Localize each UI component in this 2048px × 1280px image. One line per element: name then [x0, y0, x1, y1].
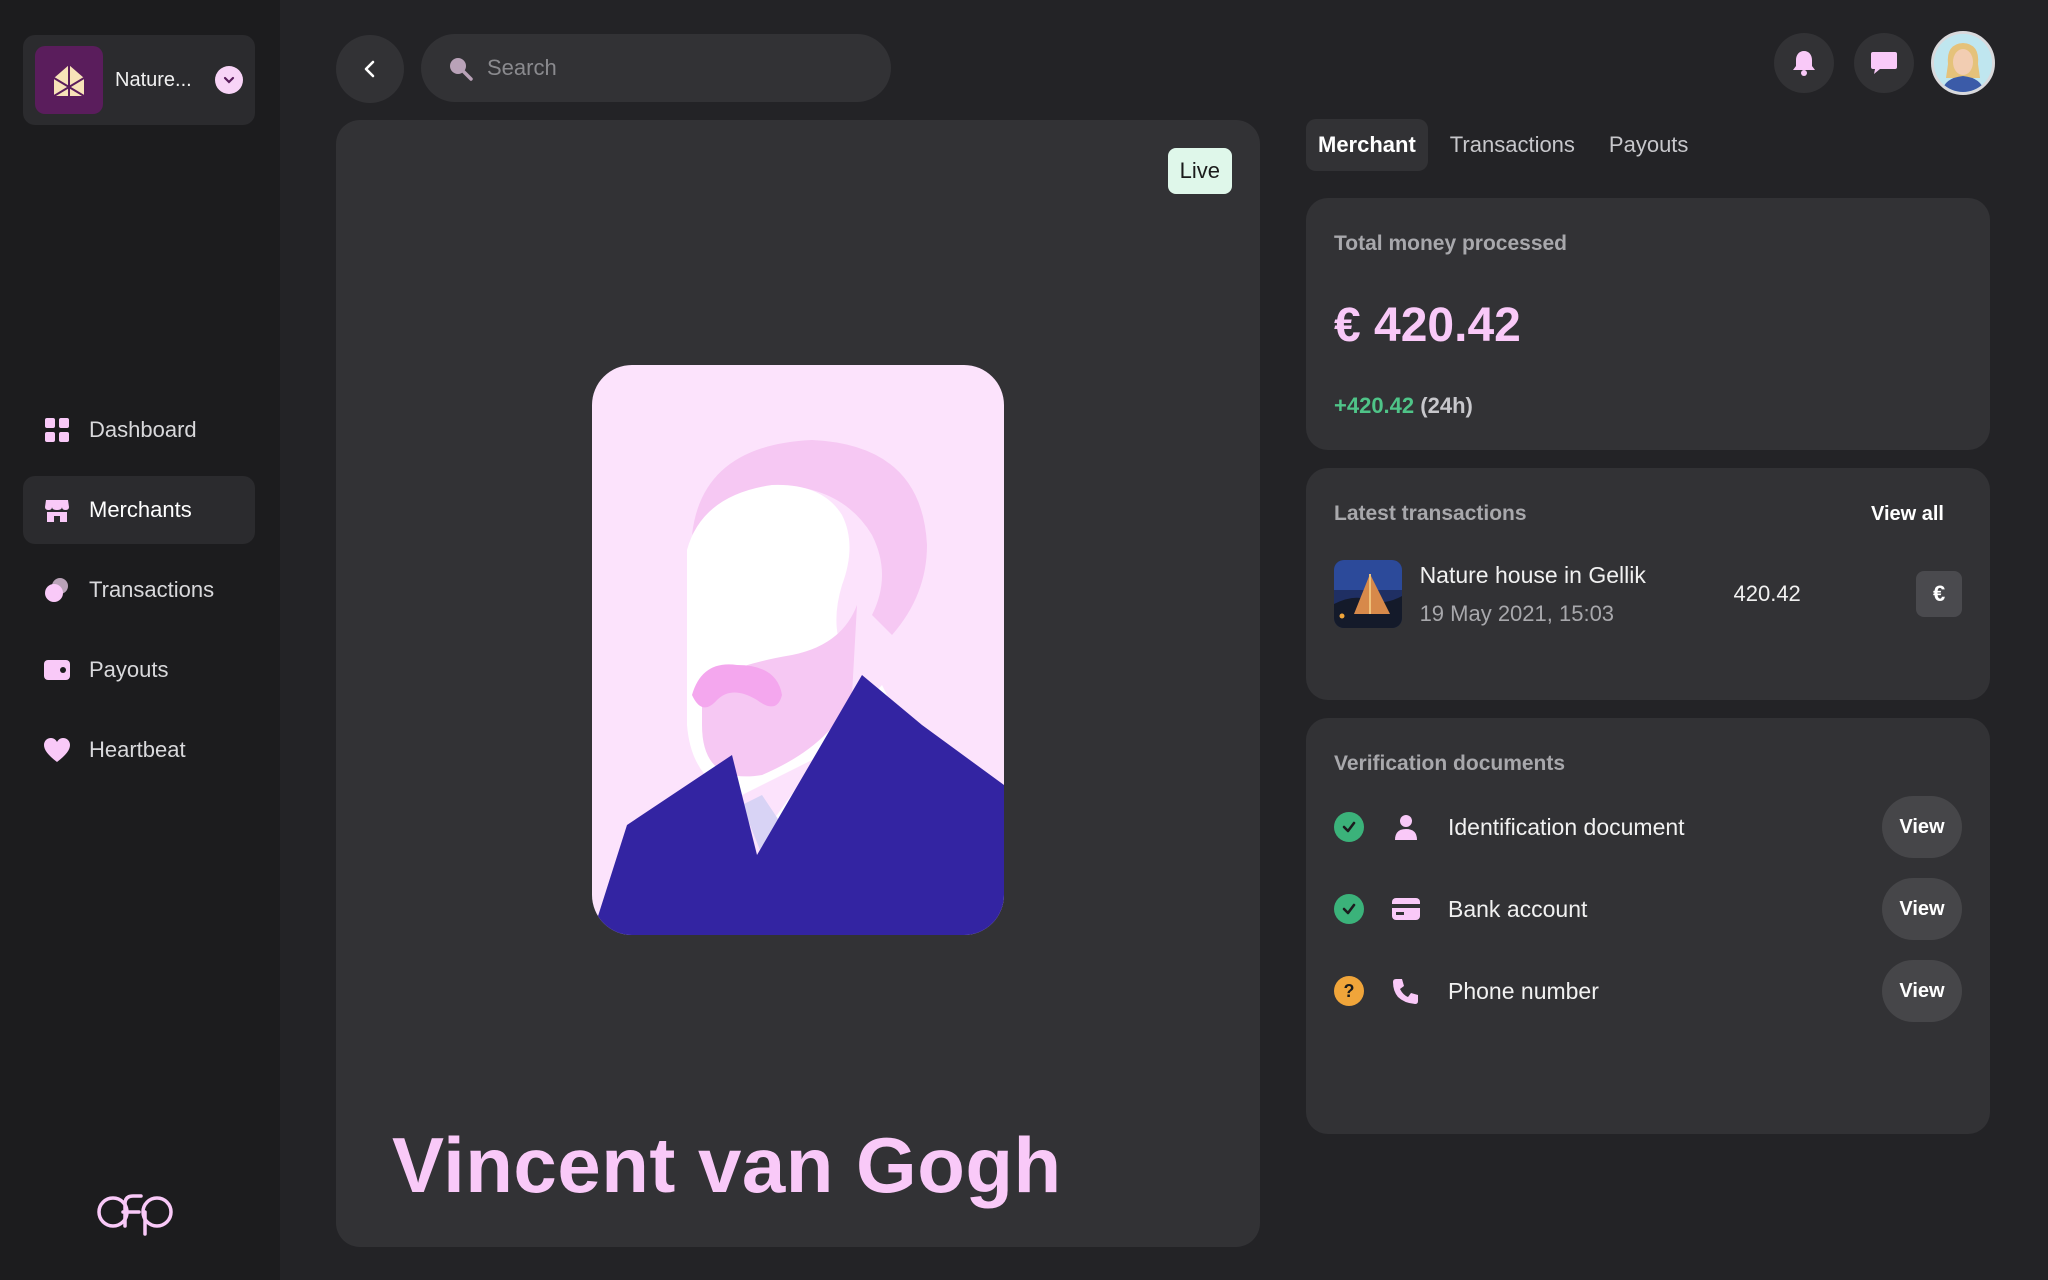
- merchant-card: Live Vincent van Gogh: [336, 120, 1260, 1247]
- store-icon: [43, 496, 71, 524]
- merchant-name: Vincent van Gogh: [392, 1121, 1062, 1209]
- chat-icon: [1871, 52, 1897, 74]
- currency-button[interactable]: €: [1916, 571, 1962, 617]
- sidebar: Nature... Dashboard Merchants Transactio…: [0, 0, 280, 1280]
- sidebar-item-payouts[interactable]: Payouts: [23, 636, 255, 704]
- workspace-name: Nature...: [115, 68, 192, 91]
- transaction-amount: 420.42: [1733, 581, 1801, 606]
- sidebar-item-label: Merchants: [89, 497, 192, 522]
- tab-merchant[interactable]: Merchant: [1306, 119, 1428, 171]
- merchant-tabs: Merchant Transactions Payouts: [1306, 119, 1700, 171]
- wallet-icon: [43, 656, 71, 684]
- total-processed-panel: Total money processed € 420.42 +420.42 (…: [1306, 198, 1990, 450]
- sidebar-item-dashboard[interactable]: Dashboard: [23, 396, 255, 464]
- search-input[interactable]: [487, 55, 867, 81]
- panel-title: Total money processed: [1334, 232, 1568, 255]
- bell-icon: [1793, 51, 1815, 76]
- view-bank-account-button[interactable]: View: [1882, 878, 1962, 940]
- transaction-name: Nature house in Gellik: [1419, 561, 1646, 588]
- change-period: (24h): [1420, 393, 1473, 418]
- notifications-button[interactable]: [1774, 33, 1834, 93]
- sidebar-item-label: Heartbeat: [89, 737, 186, 762]
- coins-icon: [43, 576, 71, 604]
- chevron-left-icon: [364, 60, 375, 78]
- latest-transactions-panel: Latest transactions View all Nature hous…: [1306, 468, 1990, 700]
- brand-logo-icon: [95, 1188, 183, 1243]
- search-bar[interactable]: [421, 34, 891, 102]
- view-identification-button[interactable]: View: [1882, 796, 1962, 858]
- back-button[interactable]: [336, 35, 404, 103]
- change-value: +420.42: [1334, 393, 1415, 418]
- tab-transactions[interactable]: Transactions: [1438, 119, 1587, 171]
- sidebar-item-label: Payouts: [89, 657, 169, 682]
- user-avatar[interactable]: [1931, 31, 1995, 95]
- amount-change: +420.42 (24h): [1334, 393, 1962, 419]
- document-row-phone-number: ? Phone number View: [1334, 960, 1962, 1022]
- chevron-down-icon[interactable]: [215, 66, 243, 94]
- transaction-date: 19 May 2021, 15:03: [1419, 600, 1615, 626]
- sidebar-item-merchants[interactable]: Merchants: [23, 476, 255, 544]
- phone-icon: [1390, 977, 1422, 1005]
- grid-icon: [43, 416, 71, 444]
- question-mark-icon: ?: [1334, 976, 1364, 1006]
- sidebar-item-transactions[interactable]: Transactions: [23, 556, 255, 624]
- sidebar-nav: Dashboard Merchants Transactions Payouts…: [23, 396, 255, 796]
- document-row-bank-account: Bank account View: [1334, 878, 1962, 940]
- heart-icon: [43, 736, 71, 764]
- document-label: Bank account: [1448, 895, 1588, 922]
- view-phone-number-button[interactable]: View: [1882, 960, 1962, 1022]
- panel-title: Latest transactions: [1334, 502, 1527, 525]
- workspace-switcher[interactable]: Nature...: [23, 35, 255, 125]
- check-icon: [1334, 894, 1364, 924]
- document-label: Identification document: [1448, 813, 1685, 840]
- house-logo-icon: [35, 46, 103, 114]
- sidebar-item-heartbeat[interactable]: Heartbeat: [23, 716, 255, 784]
- transaction-row[interactable]: Nature house in Gellik 19 May 2021, 15:0…: [1334, 560, 1962, 628]
- tab-payouts[interactable]: Payouts: [1597, 119, 1701, 171]
- search-icon: [450, 58, 473, 81]
- verification-panel: Verification documents Identification do…: [1306, 718, 1990, 1134]
- document-label: Phone number: [1448, 977, 1599, 1004]
- status-badge: Live: [1167, 148, 1232, 194]
- credit-card-icon: [1390, 897, 1422, 921]
- messages-button[interactable]: [1854, 33, 1914, 93]
- person-icon: [1390, 813, 1422, 841]
- check-icon: [1334, 812, 1364, 842]
- view-all-link[interactable]: View all: [1871, 503, 1944, 526]
- total-amount: € 420.42: [1334, 299, 1521, 352]
- sidebar-item-label: Transactions: [89, 577, 215, 602]
- document-row-identification: Identification document View: [1334, 796, 1962, 858]
- merchant-portrait-illustration: [592, 365, 1004, 940]
- panel-title: Verification documents: [1334, 752, 1566, 775]
- transaction-thumbnail: [1334, 560, 1402, 628]
- sidebar-item-label: Dashboard: [89, 417, 197, 442]
